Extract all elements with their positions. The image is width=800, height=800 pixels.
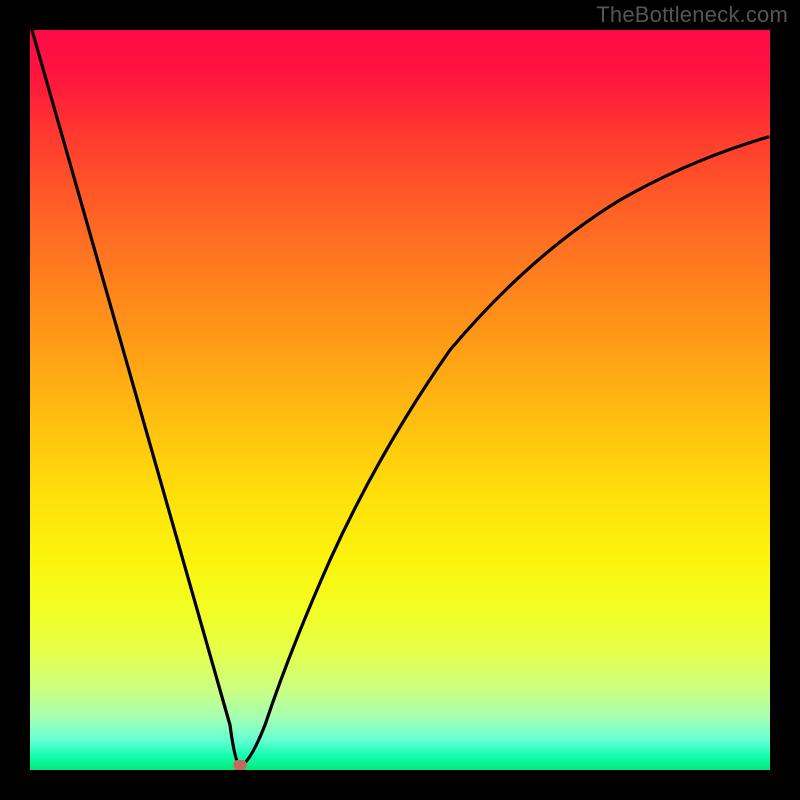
plot-area bbox=[30, 30, 770, 770]
chart-curve bbox=[30, 30, 770, 770]
watermark-text: TheBottleneck.com bbox=[596, 2, 788, 28]
curve-path bbox=[32, 30, 768, 766]
curve-minimum-marker bbox=[234, 760, 247, 770]
